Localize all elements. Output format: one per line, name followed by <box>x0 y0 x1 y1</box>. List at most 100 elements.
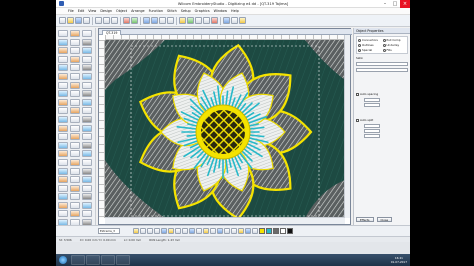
menu-object[interactable]: Object <box>116 9 127 13</box>
tool-run-icon[interactable] <box>82 47 92 55</box>
minimize-button[interactable]: – <box>380 0 390 8</box>
tool-outline-icon[interactable] <box>58 81 68 89</box>
tool-fast-icon[interactable] <box>70 167 80 175</box>
split-offset-field[interactable] <box>364 134 380 138</box>
bottom-tool-9-icon[interactable] <box>189 228 195 234</box>
print-icon[interactable] <box>83 17 90 24</box>
pan-icon[interactable] <box>167 17 174 24</box>
zoom-in-icon[interactable] <box>143 17 150 24</box>
property-tab-underlay[interactable]: Underlay <box>382 43 407 47</box>
design-canvas[interactable] <box>105 40 345 218</box>
satin-type-field[interactable] <box>356 68 408 72</box>
tool-auto-digitize-icon[interactable] <box>58 72 68 80</box>
tool-mirror-icon[interactable] <box>58 107 68 115</box>
tool-split-icon[interactable] <box>82 141 92 149</box>
menu-edit[interactable]: Edit <box>78 9 85 13</box>
show-rulers-icon[interactable] <box>203 17 210 24</box>
spacing-value-field[interactable] <box>364 98 380 102</box>
vertical-scrollbar[interactable] <box>344 35 350 218</box>
tool-scale-icon[interactable] <box>82 107 92 115</box>
show-grid-icon[interactable] <box>195 17 202 24</box>
show-outlines-icon[interactable] <box>187 17 194 24</box>
taskbar-app-browser[interactable] <box>101 255 115 265</box>
menu-window[interactable]: Window <box>214 9 227 13</box>
bottom-tool-15-icon[interactable] <box>231 228 237 234</box>
stitch-player-icon[interactable] <box>223 17 230 24</box>
tool-convert-icon[interactable] <box>82 133 92 141</box>
bottom-tool-8-icon[interactable] <box>182 228 188 234</box>
menu-stitch[interactable]: Stitch <box>167 9 177 13</box>
tool-knife-icon[interactable] <box>70 141 80 149</box>
thread-color-swatch[interactable] <box>280 228 286 234</box>
thread-color-swatch[interactable] <box>273 228 279 234</box>
auto-spacing-checkbox[interactable] <box>356 92 359 96</box>
open-icon[interactable] <box>67 17 74 24</box>
bottom-tool-10-icon[interactable] <box>196 228 202 234</box>
new-icon[interactable] <box>59 17 66 24</box>
split-min-field[interactable] <box>364 129 380 133</box>
taskbar-app-explorer[interactable] <box>71 255 85 265</box>
tool-satin-icon[interactable] <box>58 55 68 63</box>
tool-reset-icon[interactable] <box>82 158 92 166</box>
tool-appliqué-icon[interactable] <box>82 64 92 72</box>
cut-icon[interactable] <box>95 17 102 24</box>
tool-edit-nodes-icon[interactable] <box>70 176 80 184</box>
tool-weld-icon[interactable] <box>82 90 92 98</box>
bottom-tool-14-icon[interactable] <box>224 228 230 234</box>
thread-color-swatch[interactable] <box>259 228 265 234</box>
tool-align-icon[interactable] <box>58 115 68 123</box>
tool-motif-icon[interactable] <box>82 55 92 63</box>
menu-view[interactable]: View <box>88 9 96 13</box>
tool-curve-icon[interactable] <box>70 184 80 192</box>
tool-repeat-icon[interactable] <box>82 81 92 89</box>
menu-graphics[interactable]: Graphics <box>195 9 210 13</box>
tool-travel-icon[interactable] <box>70 133 80 141</box>
tool-reshape-icon[interactable] <box>58 201 68 209</box>
property-tab-connectors[interactable]: Connectors <box>358 38 382 42</box>
tool-column-b-icon[interactable] <box>58 210 68 218</box>
zoom-out-icon[interactable] <box>151 17 158 24</box>
close-button[interactable]: × <box>400 0 410 8</box>
thread-color-swatch[interactable] <box>266 228 272 234</box>
menu-arrange[interactable]: Arrange <box>131 9 145 13</box>
tool-measure-icon[interactable] <box>70 124 80 132</box>
tool-polyline-icon[interactable] <box>70 201 80 209</box>
tool-stamp-icon[interactable] <box>82 98 92 106</box>
tool-fill-holes-icon[interactable] <box>70 47 80 55</box>
save-icon[interactable] <box>75 17 82 24</box>
tool-tatami-icon[interactable] <box>70 55 80 63</box>
properties-icon[interactable] <box>231 17 238 24</box>
tool-input-c-icon[interactable] <box>70 210 80 218</box>
tool-hide-icon[interactable] <box>58 124 68 132</box>
bottom-tool-11-icon[interactable] <box>203 228 209 234</box>
tool-close-icon[interactable] <box>58 193 68 201</box>
property-tab-special[interactable]: Special <box>358 48 382 52</box>
tool-column-a-icon[interactable] <box>82 201 92 209</box>
zoom-box-icon[interactable] <box>159 17 166 24</box>
tool-complex-fill-icon[interactable] <box>58 47 68 55</box>
tool-add-node-icon[interactable] <box>82 176 92 184</box>
tool-trim-icon[interactable] <box>58 98 68 106</box>
tool-group-icon[interactable] <box>70 115 80 123</box>
tool-pan-icon[interactable] <box>82 150 92 158</box>
font-combo[interactable]: Extrema_3 <box>98 228 120 234</box>
bottom-tool-18-icon[interactable] <box>252 228 258 234</box>
spacing-min-field[interactable] <box>364 103 380 107</box>
menu-function[interactable]: Function <box>149 9 163 13</box>
tool-backtrack-icon[interactable] <box>70 81 80 89</box>
menu-setup[interactable]: Setup <box>181 9 191 13</box>
bottom-tool-13-icon[interactable] <box>217 228 223 234</box>
bottom-tool-7-icon[interactable] <box>175 228 181 234</box>
system-clock[interactable]: 16:41 01-07-2017 <box>391 256 410 264</box>
tool-open-icon[interactable] <box>70 193 80 201</box>
tool-fit-icon[interactable] <box>58 158 68 166</box>
tool-delete-node-icon[interactable] <box>58 184 68 192</box>
tool-center-icon[interactable] <box>70 158 80 166</box>
split-length-field[interactable] <box>364 124 380 128</box>
tool-branch-icon[interactable] <box>70 90 80 98</box>
tool-sequence-icon[interactable] <box>58 133 68 141</box>
tool-polyline-icon[interactable] <box>82 30 92 37</box>
bottom-tool-3-icon[interactable] <box>147 228 153 234</box>
horizontal-scrollbar[interactable] <box>105 217 345 224</box>
tool-reshape-icon[interactable] <box>70 30 80 37</box>
